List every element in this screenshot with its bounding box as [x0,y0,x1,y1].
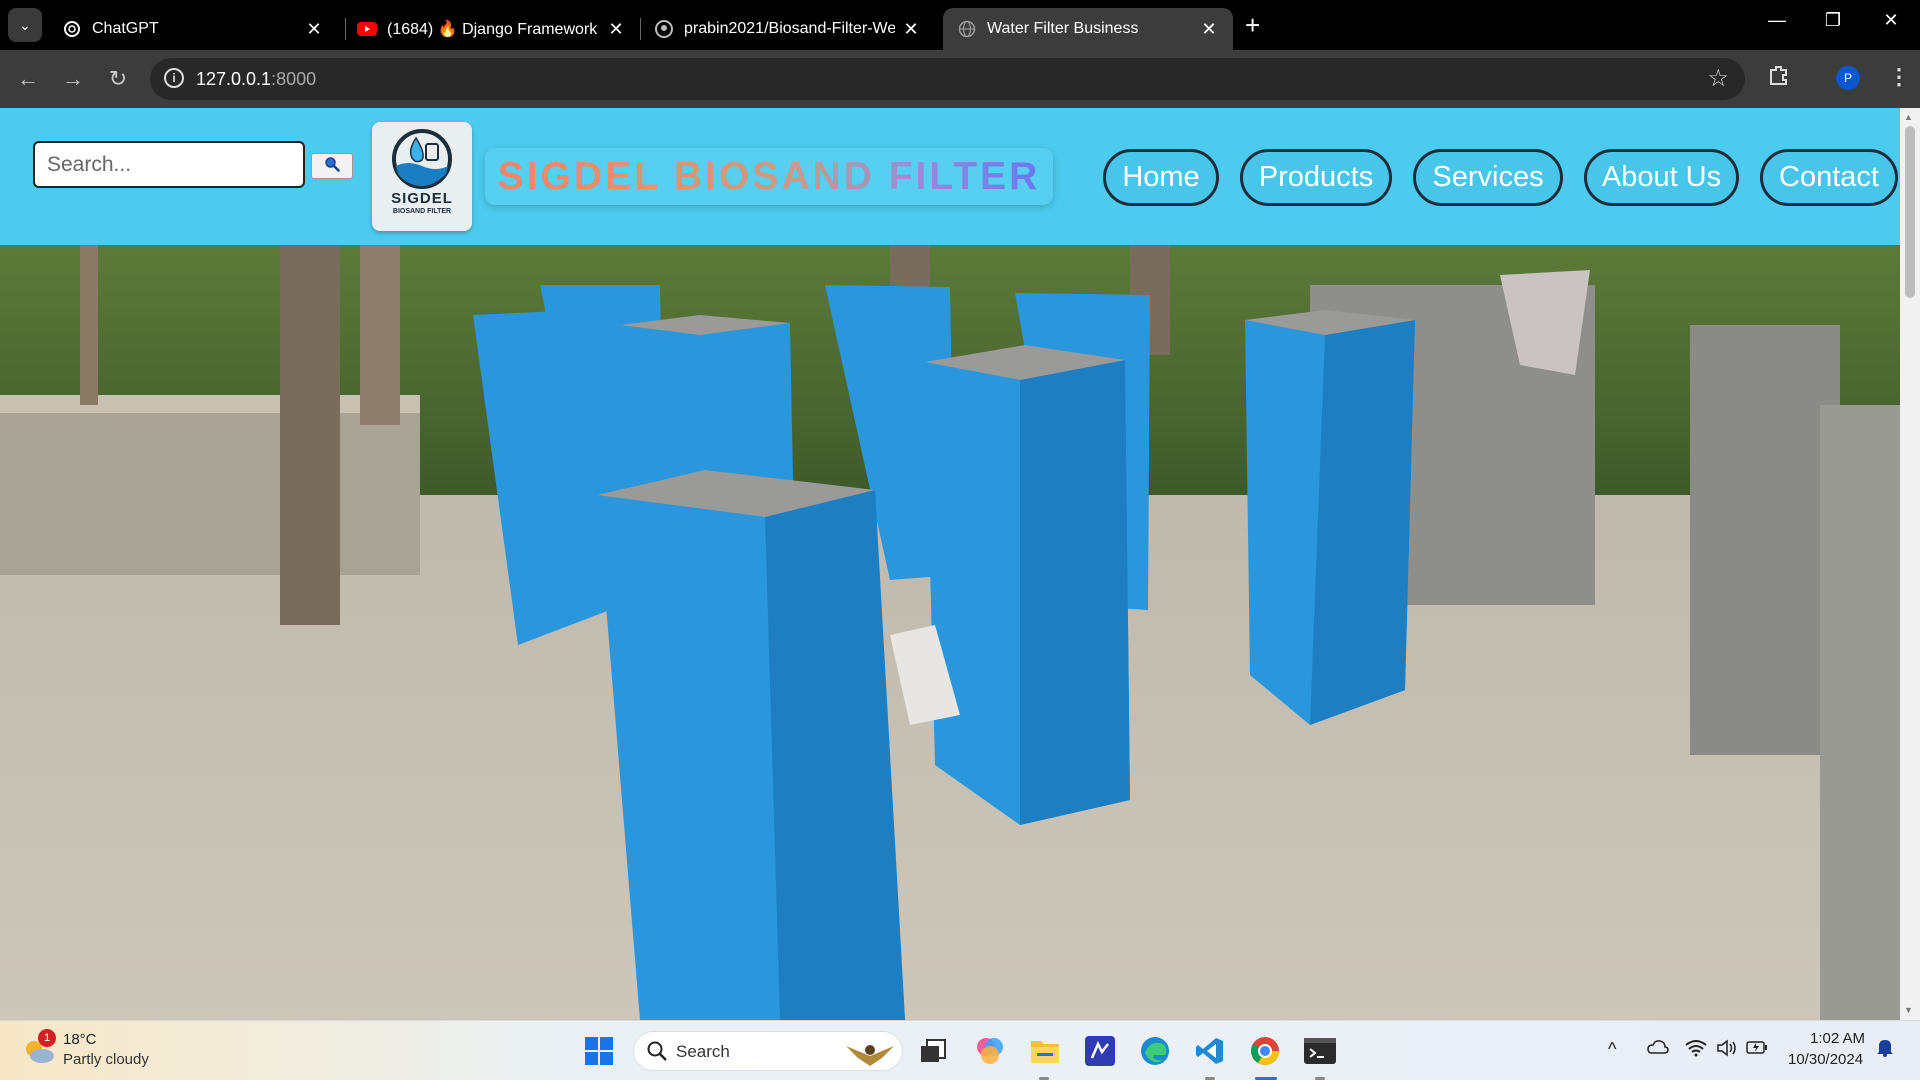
url-host: 127.0.0.1 [196,69,272,89]
search-icon [646,1040,668,1067]
battery-icon[interactable] [1746,1039,1768,1060]
address-bar[interactable]: i 127.0.0.1:8000 ☆ [150,58,1745,100]
close-icon[interactable]: ✕ [606,19,626,40]
weather-desc: Partly cloudy [63,1051,149,1068]
bookmark-star-icon[interactable]: ☆ [1707,64,1729,93]
water-drop-logo-icon [392,129,452,189]
windows-taskbar: 1 18°C Partly cloudy Search ^ 1:02 AM 10… [0,1020,1920,1080]
reload-icon[interactable]: ↻ [103,66,133,92]
tab-github[interactable]: prabin2021/Biosand-Filter-Web ✕ [640,8,935,50]
page-viewport: SIGDEL BIOSAND FILTER SIGDEL BIOSAND FIL… [0,108,1920,1020]
youtube-icon [357,19,377,39]
profile-avatar[interactable]: P [1836,66,1860,90]
tab-title: Water Filter Business [987,20,1139,37]
tab-water-filter[interactable]: Water Filter Business ✕ [943,8,1233,50]
editor-app-icon[interactable] [1082,1033,1118,1069]
scrollbar-thumb[interactable] [1905,126,1915,298]
browser-toolbar: ← → ↻ i 127.0.0.1:8000 ☆ ⋮ [0,50,1920,108]
nav-home[interactable]: Home [1103,149,1219,206]
minimize-button[interactable]: — [1752,10,1802,31]
url-port: :8000 [271,69,317,89]
nav-products[interactable]: Products [1240,149,1392,206]
clock-time[interactable]: 1:02 AM [1810,1030,1865,1047]
taskbar-search-label: Search [676,1042,730,1061]
copilot-icon[interactable] [972,1033,1008,1069]
site-title: SIGDEL BIOSAND FILTER [485,148,1053,205]
tab-strip: ⌄ ChatGPT ✕ (1684) 🔥 Django Framework T … [0,0,1920,50]
clock-date[interactable]: 10/30/2024 [1788,1051,1863,1068]
edge-icon[interactable] [1137,1033,1173,1069]
chevron-up-icon[interactable]: ^ [1608,1039,1616,1060]
volume-icon[interactable] [1716,1039,1738,1062]
search-highlight-icon [842,1036,898,1073]
back-arrow-icon[interactable]: ← [13,66,43,92]
logo-brand: SIGDEL [391,190,453,207]
tab-title: ChatGPT [92,20,159,37]
restore-button[interactable]: ❐ [1808,10,1858,31]
github-icon [654,19,674,39]
file-explorer-icon[interactable] [1027,1033,1063,1069]
hero-image [0,245,1900,1020]
task-view-icon[interactable] [915,1033,951,1069]
tab-search-button[interactable]: ⌄ [8,8,42,42]
vscode-icon[interactable] [1192,1033,1228,1069]
site-header: SIGDEL BIOSAND FILTER SIGDEL BIOSAND FIL… [0,108,1900,245]
close-window-button[interactable]: ✕ [1866,10,1916,31]
search-icon [324,156,340,177]
nav-contact[interactable]: Contact [1760,149,1898,206]
tab-title: (1684) 🔥 Django Framework T [387,21,600,38]
search-input[interactable] [33,141,305,188]
page-scrollbar[interactable]: ▲ ▼ [1900,108,1920,1020]
nav-services[interactable]: Services [1413,149,1563,206]
menu-dots-icon[interactable]: ⋮ [1888,64,1910,90]
site-title-text: SIGDEL BIOSAND FILTER [497,154,1041,198]
weather-temp: 18°C [63,1031,97,1048]
notification-bell-icon[interactable] [1876,1037,1894,1062]
search-button[interactable] [311,153,353,179]
tab-youtube[interactable]: (1684) 🔥 Django Framework T ✕ [343,8,640,50]
logo-subtitle: BIOSAND FILTER [392,208,452,215]
terminal-icon[interactable] [1302,1033,1338,1069]
scroll-up-icon[interactable]: ▲ [1904,112,1913,122]
site-logo[interactable]: SIGDEL BIOSAND FILTER [372,122,472,231]
site-info-icon[interactable]: i [164,68,184,88]
url-text[interactable]: 127.0.0.1:8000 [196,69,316,90]
scroll-down-icon[interactable]: ▼ [1904,1005,1913,1015]
tab-title: prabin2021/Biosand-Filter-Web [684,20,895,37]
wifi-icon[interactable] [1685,1039,1707,1062]
close-icon[interactable]: ✕ [901,19,921,40]
nav-about-us[interactable]: About Us [1584,149,1739,206]
onedrive-cloud-icon[interactable] [1647,1039,1669,1060]
weather-badge: 1 [38,1029,56,1047]
close-icon[interactable]: ✕ [304,19,324,40]
chrome-icon[interactable] [1247,1033,1283,1069]
close-icon[interactable]: ✕ [1199,19,1219,40]
windows-start-icon[interactable] [581,1033,617,1069]
forward-arrow-icon[interactable]: → [58,66,88,92]
taskbar-search[interactable]: Search [633,1031,903,1071]
chatgpt-icon [62,19,82,39]
extensions-icon[interactable] [1768,64,1790,92]
tab-chatgpt[interactable]: ChatGPT ✕ [48,8,338,50]
new-tab-button[interactable]: + [1245,10,1260,40]
globe-icon [957,19,977,39]
